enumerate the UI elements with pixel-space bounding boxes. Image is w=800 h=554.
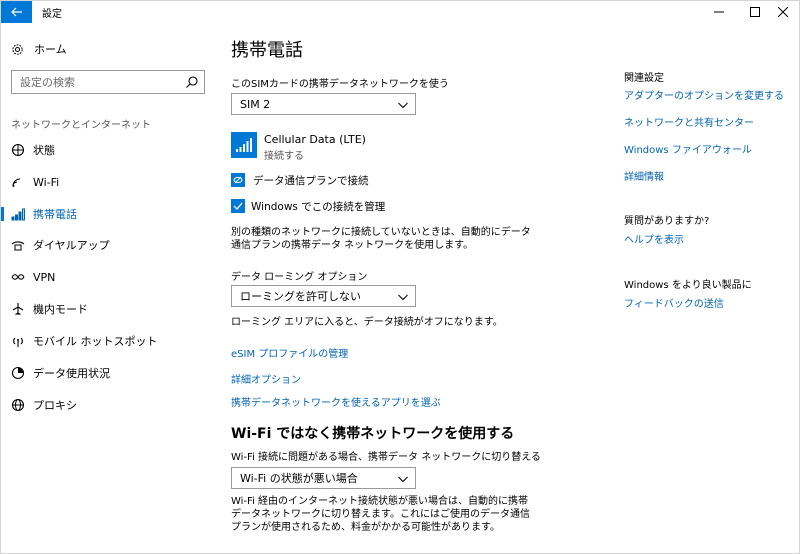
data-plan-row[interactable]: データ通信プランで接続 <box>231 172 369 188</box>
sidebar-item-label: VPN <box>33 270 56 284</box>
back-button[interactable] <box>1 1 32 23</box>
sidebar-section-label: ネットワークとインターネット <box>11 120 151 131</box>
wifi-switch-label: Wi-Fi 接続に問題がある場合、携帯データ ネットワークに切り替える <box>231 452 541 463</box>
window-title: 設定 <box>42 9 62 20</box>
cellular-network-tile[interactable] <box>231 132 257 158</box>
manage-connection-row[interactable]: Windows でこの接続を管理 <box>231 198 385 214</box>
sidebar-item-label: 携帯電話 <box>33 208 77 221</box>
sidebar-item-cellular[interactable]: 携帯電話 <box>1 200 219 228</box>
search-input[interactable] <box>12 71 182 93</box>
manage-connection-checkbox[interactable] <box>231 199 245 213</box>
sim-dropdown-value: SIM 2 <box>240 97 271 111</box>
sidebar-item-label: データ使用状況 <box>33 367 110 380</box>
improve-title: Windows をより良い製品に <box>624 280 752 291</box>
feedback-link[interactable]: フィードバックの送信 <box>624 295 724 310</box>
adapter-options-link[interactable]: アダプターのオプションを変更する <box>624 87 784 102</box>
sidebar-item-label: 状態 <box>33 144 55 157</box>
wifi-switch-description: Wi-Fi 経由のインターネット接続状態が悪い場合は、自動的に携帯データネットワ… <box>231 496 530 533</box>
question-title: 質問がありますか? <box>624 216 710 227</box>
sharing-center-link[interactable]: ネットワークと共有センター <box>624 114 754 129</box>
chevron-down-icon <box>398 476 408 483</box>
wifi-section-title: Wi-Fi ではなく携帯ネットワークを使用する <box>231 426 515 442</box>
network-name: Cellular Data (LTE) <box>264 133 366 146</box>
roaming-dropdown[interactable]: ローミングを許可しない <box>231 285 416 307</box>
firewall-link[interactable]: Windows ファイアウォール <box>624 141 752 156</box>
close-icon <box>778 7 788 17</box>
roaming-label: データ ローミング オプション <box>231 272 368 283</box>
close-button[interactable] <box>765 1 800 23</box>
airplane-icon <box>11 302 25 316</box>
sidebar-item-label: モバイル ホットスポット <box>33 335 158 348</box>
home-label: ホーム <box>34 43 67 56</box>
home-link[interactable]: ホーム <box>11 41 67 57</box>
sidebar-item-vpn[interactable]: VPN <box>1 263 219 291</box>
sidebar-item-label: 機内モード <box>33 303 88 316</box>
cellular-icon <box>11 207 25 221</box>
sidebar: ホーム ネットワークとインターネット 状態 Wi-Fi 携帯電話 ダイヤルアップ… <box>1 23 219 554</box>
dialup-icon <box>11 238 25 252</box>
sidebar-item-label: プロキシ <box>33 399 77 412</box>
related-panel: 関連設定 アダプターのオプションを変更する ネットワークと共有センター Wind… <box>624 23 794 554</box>
hotspot-icon <box>11 334 25 348</box>
sidebar-item-status[interactable]: 状態 <box>1 136 219 164</box>
wifi-switch-dropdown[interactable]: Wi-Fi の状態が悪い場合 <box>231 467 416 489</box>
manage-connection-label: Windows でこの接続を管理 <box>251 200 386 213</box>
wifi-switch-dropdown-value: Wi-Fi の状態が悪い場合 <box>240 472 358 485</box>
title-bar: 設定 <box>1 1 800 23</box>
related-settings-title: 関連設定 <box>624 73 664 84</box>
wifi-icon <box>11 175 25 189</box>
network-status: 接続する <box>264 151 304 162</box>
sidebar-item-hotspot[interactable]: モバイル ホットスポット <box>1 327 219 355</box>
cellular-description: 別の種類のネットワークに接続していないときは、自動的にデータ通信プランの携帯デー… <box>231 227 531 251</box>
vpn-icon <box>11 270 25 284</box>
choose-apps-link[interactable]: 携帯データネットワークを使えるアプリを選ぶ <box>231 394 441 409</box>
sidebar-item-label: ダイヤルアップ <box>33 239 110 252</box>
minimize-button[interactable] <box>701 1 737 23</box>
maximize-icon <box>750 7 760 17</box>
search-icon[interactable] <box>185 75 199 89</box>
active-indicator <box>1 207 4 221</box>
chevron-down-icon <box>398 294 408 301</box>
globe-icon <box>11 398 25 412</box>
settings-window: 設定 ホーム ネットワークとインターネット 状態 Wi-Fi <box>0 0 800 554</box>
esim-profile-link[interactable]: eSIM プロファイルの管理 <box>231 345 348 360</box>
minimize-icon <box>714 11 724 13</box>
sidebar-item-label: Wi-Fi <box>33 175 60 189</box>
sidebar-item-dialup[interactable]: ダイヤルアップ <box>1 231 219 259</box>
roaming-dropdown-value: ローミングを許可しない <box>240 290 361 303</box>
help-link[interactable]: ヘルプを表示 <box>624 231 684 246</box>
sim-select-label: このSIMカードの携帯データネットワークを使う <box>231 79 449 90</box>
data-plan-label: データ通信プランで接続 <box>253 174 369 187</box>
sidebar-item-airplane[interactable]: 機内モード <box>1 295 219 323</box>
data-plan-icon <box>231 173 245 187</box>
gear-icon <box>12 43 23 55</box>
signal-bars-icon <box>236 138 252 152</box>
sim-dropdown[interactable]: SIM 2 <box>231 93 416 115</box>
page-title: 携帯電話 <box>231 40 303 61</box>
checkmark-icon <box>233 202 243 210</box>
main-content: 携帯電話 このSIMカードの携帯データネットワークを使う SIM 2 Cellu… <box>231 23 611 554</box>
sidebar-item-data-usage[interactable]: データ使用状況 <box>1 359 219 387</box>
chevron-down-icon <box>398 102 408 109</box>
roaming-description: ローミング エリアに入ると、データ接続がオフになります。 <box>231 317 503 328</box>
advanced-options-link[interactable]: 詳細オプション <box>231 371 301 386</box>
data-usage-icon <box>11 366 25 380</box>
more-info-link[interactable]: 詳細情報 <box>624 168 664 183</box>
globe-status-icon <box>11 143 25 157</box>
search-box <box>11 70 205 94</box>
sidebar-item-proxy[interactable]: プロキシ <box>1 391 219 419</box>
sidebar-item-wifi[interactable]: Wi-Fi <box>1 168 219 196</box>
back-arrow-icon <box>10 7 22 17</box>
